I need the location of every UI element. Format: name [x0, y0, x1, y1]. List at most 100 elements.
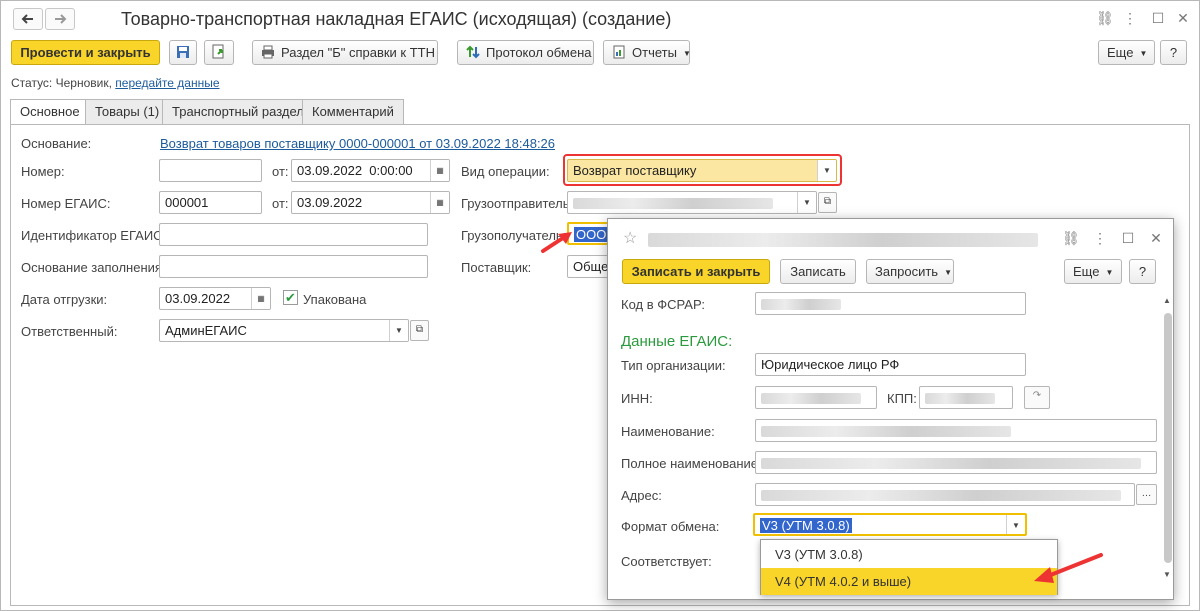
kpp-label: КПП:	[887, 391, 917, 406]
packed-label: Упакована	[303, 292, 367, 307]
basis-label: Основание:	[21, 136, 92, 151]
document-button[interactable]	[204, 40, 234, 65]
menu-icon[interactable]: ⋮	[1122, 10, 1138, 27]
name-field[interactable]	[755, 419, 1157, 442]
packed-checkbox[interactable]: ✔	[283, 290, 298, 305]
responsible-field[interactable]: АдминЕГАИС ▼	[159, 319, 409, 342]
popup-save-button[interactable]: Записать	[780, 259, 856, 284]
format-value: V3 (УТМ 3.0.8)	[760, 518, 852, 533]
report-icon	[613, 45, 625, 59]
format-option-v3[interactable]: V3 (УТМ 3.0.8)	[761, 541, 1057, 568]
fsrar-field[interactable]	[755, 292, 1026, 315]
ship-date-value: 03.09.2022	[165, 291, 231, 306]
printer-icon	[262, 45, 274, 59]
maximize-icon[interactable]: ☐	[1150, 10, 1166, 27]
protocol-button[interactable]: Протокол обмена	[457, 40, 594, 65]
format-dropdown: V3 (УТМ 3.0.8) V4 (УТМ 4.0.2 и выше)	[760, 539, 1058, 595]
ship-date-field[interactable]: 03.09.2022 ▦	[159, 287, 271, 310]
chevron-down-icon[interactable]: ▼	[1006, 515, 1025, 534]
save-button[interactable]	[169, 40, 197, 65]
scroll-up-icon[interactable]: ▲	[1163, 296, 1171, 305]
shipper-field[interactable]: ▼	[567, 191, 817, 214]
link-icon[interactable]: ⛓	[1096, 10, 1114, 27]
popup-more-label: Еще	[1073, 264, 1100, 279]
calendar-icon[interactable]: ▦	[430, 160, 449, 181]
tab-main[interactable]: Основное	[10, 99, 90, 125]
star-icon[interactable]: ☆	[623, 228, 637, 248]
matches-label: Соответствует:	[621, 554, 712, 569]
post-close-button[interactable]: Провести и закрыть	[11, 40, 160, 65]
calendar-icon[interactable]: ▦	[430, 192, 449, 213]
scroll-down-icon[interactable]: ▼	[1163, 570, 1171, 579]
section-b-label: Раздел "Б" справки к ТТН	[281, 45, 435, 60]
chevron-down-icon: ▼	[682, 49, 691, 58]
supplier-label: Поставщик:	[461, 260, 532, 275]
request-label: Запросить	[875, 264, 939, 279]
shipper-label: Грузоотправитель:	[461, 196, 574, 211]
arrow-right-icon	[55, 14, 67, 24]
inn-label: ИНН:	[621, 391, 653, 406]
tab-goods[interactable]: Товары (1)	[85, 99, 170, 124]
popup-scrollbar[interactable]	[1164, 313, 1172, 563]
section-b-button[interactable]: Раздел "Б" справки к ТТН	[252, 40, 438, 65]
reports-button[interactable]: Отчеты ▼	[603, 40, 691, 65]
status-value: Черновик,	[55, 76, 112, 90]
shipper-redacted	[573, 198, 773, 210]
number-field[interactable]	[159, 159, 262, 182]
basis-link[interactable]: Возврат товаров поставщику 0000-000001 о…	[160, 136, 555, 151]
fill-basis-field[interactable]	[159, 255, 428, 278]
status-line: Статус: Черновик, передайте данные	[11, 76, 220, 90]
ship-date-label: Дата отгрузки:	[21, 292, 108, 307]
more-button[interactable]: Еще ▼	[1098, 40, 1155, 65]
egais-date-field[interactable]: 03.09.2022 ▦	[291, 191, 450, 214]
full-name-field[interactable]	[755, 451, 1157, 474]
org-type-field[interactable]: Юридическое лицо РФ	[755, 353, 1026, 376]
status-label: Статус:	[11, 76, 53, 90]
request-button[interactable]: Запросить ▼	[866, 259, 954, 284]
red-arrow-icon	[541, 232, 572, 253]
transfer-data-link[interactable]: передайте данные	[115, 76, 219, 90]
close-icon[interactable]: ✕	[1148, 230, 1164, 247]
egais-number-field[interactable]: 000001	[159, 191, 262, 214]
maximize-icon[interactable]: ☐	[1120, 230, 1136, 247]
chevron-down-icon[interactable]: ▼	[817, 160, 836, 181]
number-label: Номер:	[21, 164, 65, 179]
red-arrow-icon	[1034, 553, 1103, 583]
date-time-field[interactable]: 03.09.2022 0:00:00 ▦	[291, 159, 450, 182]
egais-id-field[interactable]	[159, 223, 428, 246]
format-label: Формат обмена:	[621, 519, 720, 534]
document-arrow-icon	[212, 44, 224, 59]
op-type-field[interactable]: Возврат поставщику ▼	[567, 159, 837, 182]
chevron-down-icon[interactable]: ▼	[389, 320, 408, 341]
refresh-icon[interactable]: ↷	[1024, 386, 1050, 409]
address-field[interactable]	[755, 483, 1135, 506]
arrow-left-icon	[21, 14, 33, 24]
forward-button[interactable]	[45, 8, 75, 30]
address-redacted	[761, 490, 1121, 502]
open-icon[interactable]: ⧉	[410, 320, 429, 341]
egais-section-title: Данные ЕГАИС:	[621, 333, 733, 350]
popup-more-button[interactable]: Еще ▼	[1064, 259, 1122, 284]
protocol-label: Протокол обмена	[486, 45, 592, 60]
format-field[interactable]: V3 (УТМ 3.0.8) ▼	[753, 513, 1027, 536]
chevron-down-icon: ▼	[944, 268, 952, 277]
popup-help-button[interactable]: ?	[1129, 259, 1156, 284]
kpp-field[interactable]	[919, 386, 1013, 409]
format-option-v4[interactable]: V4 (УТМ 4.0.2 и выше)	[761, 568, 1057, 595]
chevron-down-icon[interactable]: ▼	[797, 192, 816, 213]
calendar-icon[interactable]: ▦	[251, 288, 270, 309]
menu-icon[interactable]: ⋮	[1092, 230, 1108, 247]
back-button[interactable]	[13, 8, 43, 30]
link-icon[interactable]: ⛓	[1062, 230, 1080, 247]
save-close-button[interactable]: Записать и закрыть	[622, 259, 770, 284]
open-icon[interactable]: ⧉	[818, 192, 837, 213]
inn-field[interactable]	[755, 386, 877, 409]
tab-comment[interactable]: Комментарий	[302, 99, 404, 124]
floppy-icon	[177, 46, 189, 58]
help-button[interactable]: ?	[1160, 40, 1187, 65]
ellipsis-icon[interactable]: …	[1136, 484, 1157, 505]
egais-id-label: Идентификатор ЕГАИС:	[21, 228, 167, 243]
fsrar-redacted	[761, 299, 841, 311]
tab-transport[interactable]: Транспортный раздел	[162, 99, 314, 124]
close-icon[interactable]: ✕	[1175, 10, 1191, 27]
